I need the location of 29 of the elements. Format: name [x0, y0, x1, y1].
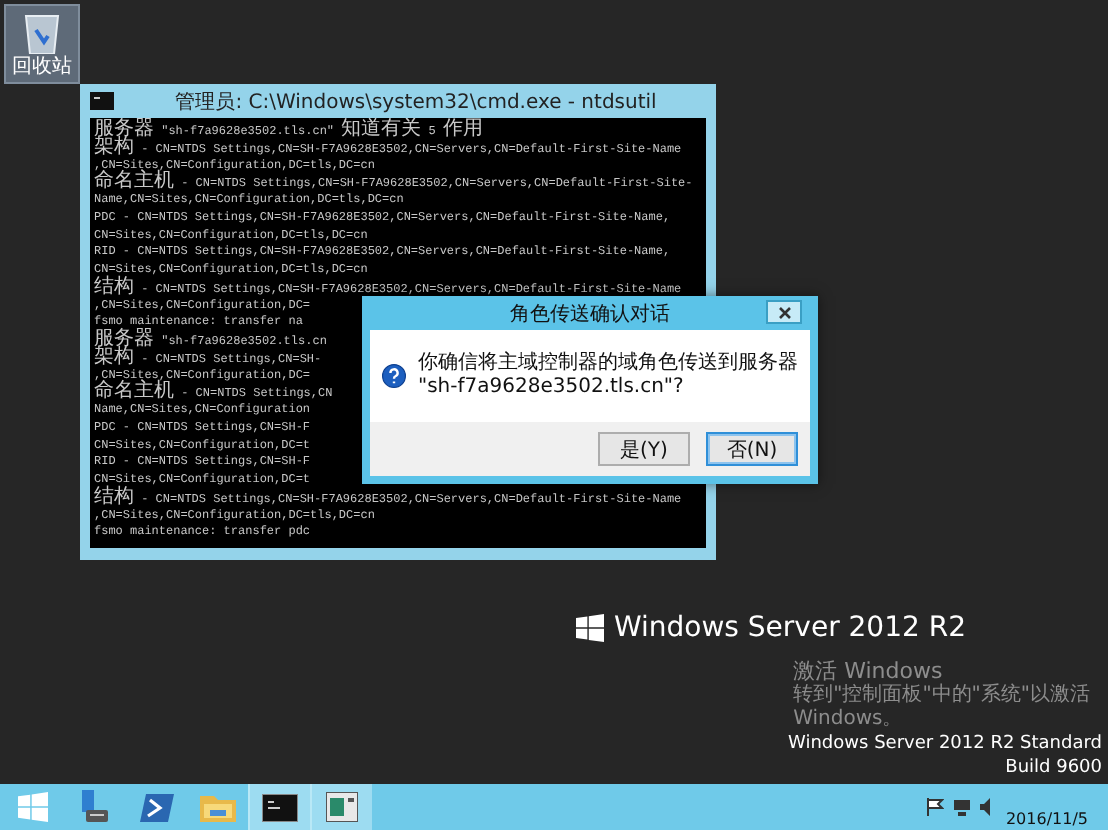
activation-hint: 转到"控制面板"中的"系统"以激活	[793, 684, 1090, 708]
desktop-icon-label: 回收站	[12, 56, 72, 78]
taskbar-button[interactable]	[248, 784, 310, 830]
console-icon	[90, 92, 114, 110]
flag-icon	[925, 798, 944, 816]
console-icon	[262, 793, 298, 821]
clock-date: 2016/11/5	[1005, 810, 1088, 830]
taskbar-button[interactable]	[310, 784, 372, 830]
recycle-bin-icon	[22, 10, 62, 54]
product-name: Windows Server 2012 R2	[613, 612, 966, 644]
server-icon	[78, 790, 110, 824]
dialog-button[interactable]: 否(N)	[706, 432, 798, 466]
close-icon	[777, 305, 791, 319]
build-text: Build 9600	[1005, 758, 1102, 780]
close-button[interactable]	[766, 300, 802, 324]
activation-title: 激活 Windows	[793, 658, 943, 684]
powershell-icon	[139, 793, 173, 821]
window-icon	[326, 792, 358, 822]
network-icon	[951, 798, 972, 816]
dialog-title: 角色传送确认对话	[510, 301, 670, 327]
dialog-message: 你确信将主域控制器的域角色传送到服务器 "sh-f7a9628e3502.tls.cn"?	[418, 352, 798, 400]
folder-icon	[200, 792, 236, 822]
edition-text: Windows Server 2012 R2 Standard	[788, 734, 1102, 756]
activation-hint: Windows。	[793, 708, 903, 732]
window-title: 管理员: C:\Windows\system32\cmd.exe - ntdsutil	[173, 89, 659, 115]
windows-logo-icon	[575, 614, 604, 642]
dialog-button[interactable]: 是(Y)	[598, 432, 690, 466]
windows-logo-icon	[17, 792, 47, 822]
desktop-icon[interactable]: 回收站	[4, 4, 80, 84]
